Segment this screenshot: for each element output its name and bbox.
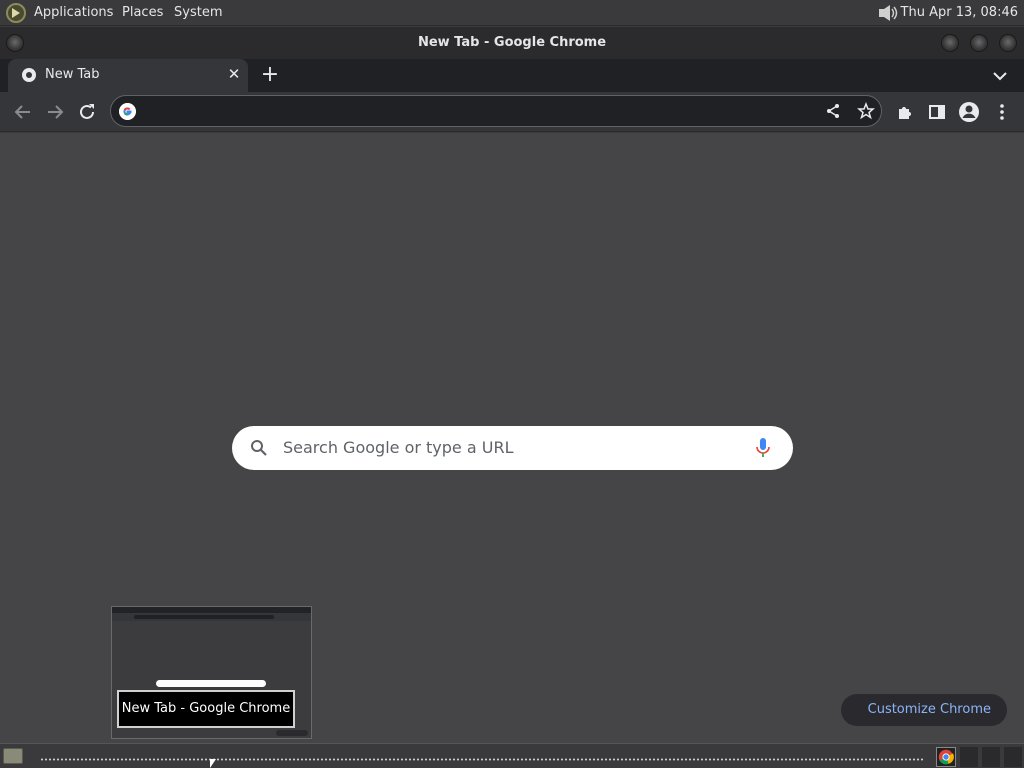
search-icon	[251, 440, 267, 456]
places-menu[interactable]: Places	[122, 5, 163, 20]
volume-icon[interactable]	[878, 4, 900, 22]
browser-toolbar	[0, 92, 1024, 132]
new-tab-button[interactable]: +	[258, 63, 282, 87]
ntp-search-placeholder: Search Google or type a URL	[283, 438, 514, 457]
thumbnail-omnibox	[134, 615, 274, 619]
thumbnail-customize-button	[276, 730, 308, 736]
show-desktop-icon[interactable]	[3, 748, 23, 764]
top-panel: Applications Places System Thu Apr 13, 0…	[0, 0, 1024, 26]
share-icon[interactable]	[825, 103, 841, 119]
close-window-button[interactable]	[999, 34, 1017, 52]
window-preview-tooltip: New Tab - Google Chrome	[117, 690, 295, 728]
address-bar[interactable]	[110, 95, 882, 127]
extensions-puzzle-icon[interactable]	[891, 98, 919, 126]
clock[interactable]: Thu Apr 13, 08:46	[901, 5, 1018, 20]
profile-avatar-icon[interactable]	[955, 98, 983, 126]
back-button[interactable]	[9, 98, 37, 126]
bottom-panel	[0, 743, 1024, 768]
distro-logo-icon[interactable]	[6, 3, 26, 23]
new-tab-page: Search Google or type a URL Customize Ch…	[0, 133, 1024, 743]
voice-search-mic-icon[interactable]	[754, 437, 772, 459]
workspace-3[interactable]	[1004, 747, 1022, 767]
forward-button[interactable]	[41, 98, 69, 126]
thumbnail-search-box	[156, 680, 266, 687]
mouse-cursor	[210, 759, 216, 768]
system-menu[interactable]: System	[174, 5, 222, 20]
workspace-1[interactable]	[960, 747, 978, 767]
chrome-favicon-icon	[22, 68, 36, 82]
maximize-button[interactable]	[970, 34, 988, 52]
tab-title: New Tab	[45, 67, 100, 82]
bookmark-star-icon[interactable]	[857, 102, 875, 120]
ntp-search-box[interactable]: Search Google or type a URL	[232, 426, 793, 470]
minimize-button[interactable]	[941, 34, 959, 52]
tab-search-chevron-icon[interactable]	[988, 65, 1012, 87]
window-menu-icon[interactable]	[6, 34, 24, 52]
close-tab-button[interactable]: ✕	[226, 65, 242, 83]
google-g-icon	[119, 103, 136, 120]
applications-menu[interactable]: Applications	[34, 5, 113, 20]
reload-button[interactable]	[73, 98, 101, 126]
window-list-handle[interactable]	[40, 758, 924, 761]
tab-strip: New Tab ✕ +	[0, 59, 1024, 92]
kebab-menu-icon[interactable]	[988, 98, 1016, 126]
omnibox-input[interactable]	[145, 100, 825, 122]
window-title: New Tab - Google Chrome	[417, 35, 607, 50]
window-titlebar[interactable]: New Tab - Google Chrome	[0, 27, 1024, 59]
chrome-taskbar-icon[interactable]	[936, 747, 956, 767]
customize-chrome-button[interactable]: Customize Chrome	[841, 694, 1007, 726]
tab-new-tab[interactable]: New Tab ✕	[8, 59, 248, 92]
workspace-2[interactable]	[982, 747, 1000, 767]
side-panel-icon[interactable]	[923, 98, 951, 126]
